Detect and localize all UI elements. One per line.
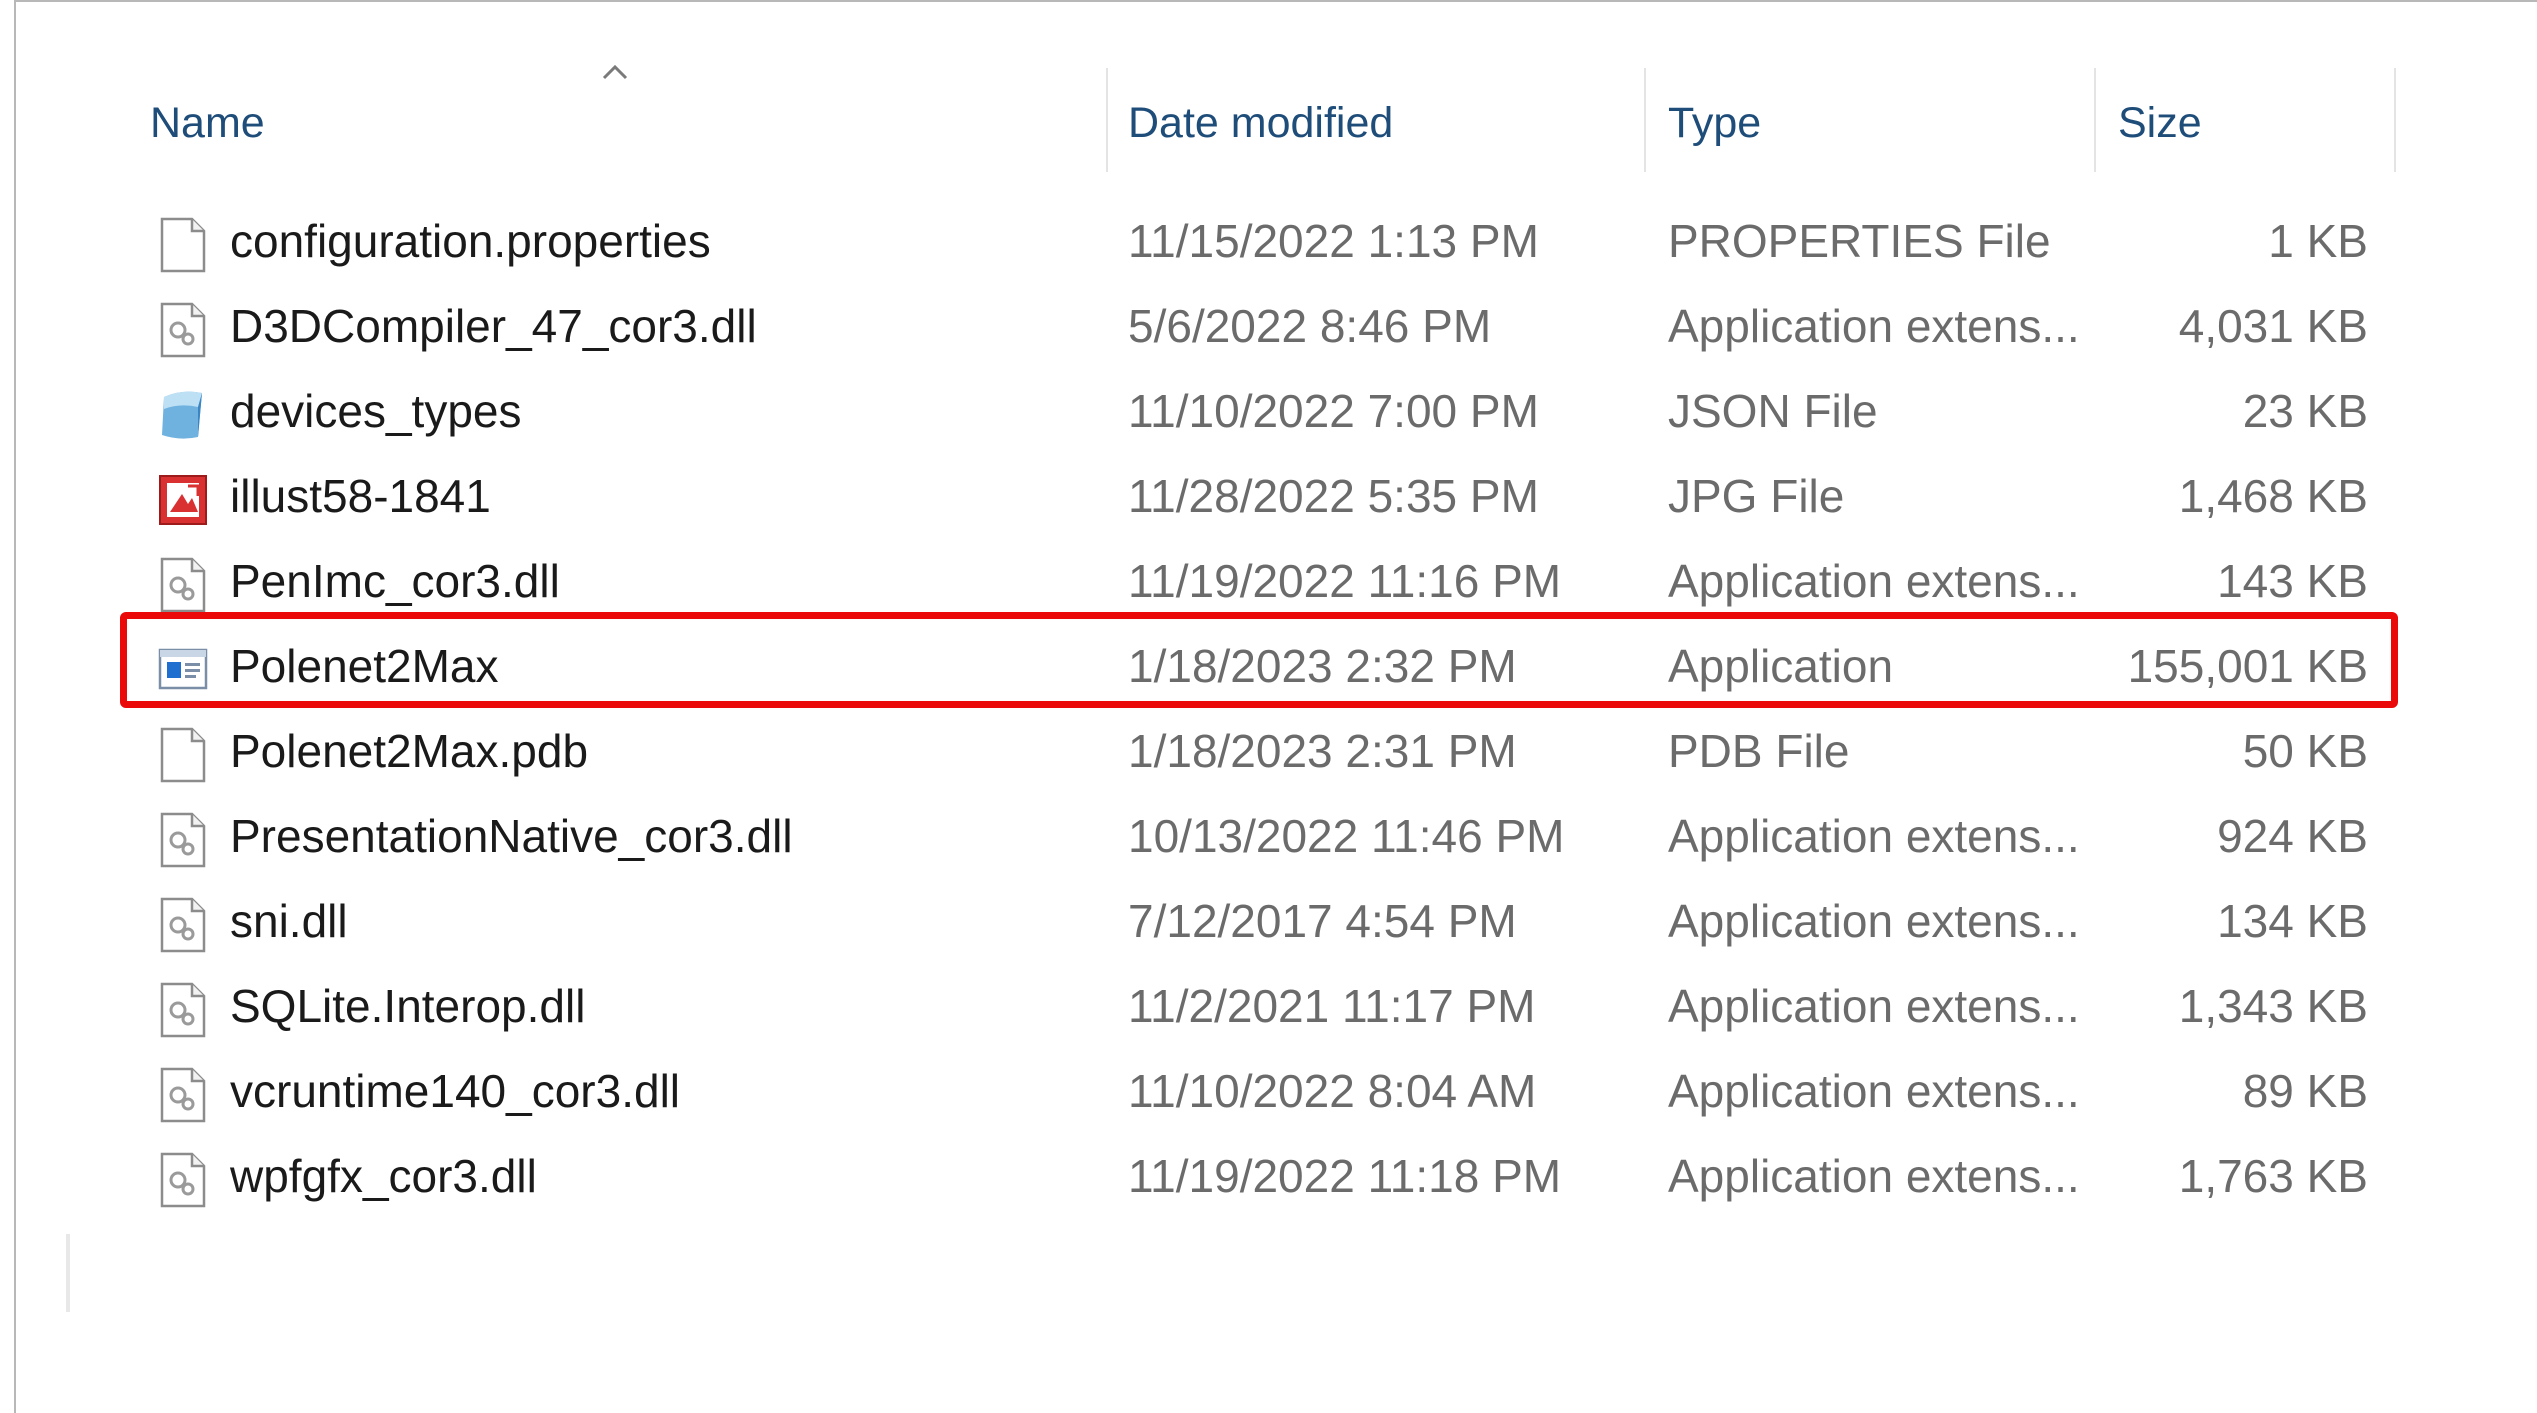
file-type: Application extens... <box>1668 980 2080 1032</box>
file-type: Application extens... <box>1668 810 2080 862</box>
file-size: 1 KB <box>2268 215 2368 267</box>
file-row[interactable]: illust58-1841 11/28/2022 5:35 PM JPG File 1… <box>140 454 2400 539</box>
blank-file-icon <box>158 727 208 783</box>
column-header-type[interactable]: Type <box>1668 68 1761 178</box>
file-type: PDB File <box>1668 725 1850 777</box>
file-row[interactable]: devices_types 11/10/2022 7:00 PM JSON File… <box>140 369 2400 454</box>
file-type: Application extens... <box>1668 1150 2080 1202</box>
file-name: devices_types <box>230 385 522 437</box>
file-name: illust58-1841 <box>230 470 491 522</box>
file-date-modified: 7/12/2017 4:54 PM <box>1128 895 1517 947</box>
blank-file-icon <box>158 217 208 273</box>
column-header-name[interactable]: Name <box>150 68 265 178</box>
file-row[interactable]: sni.dll 7/12/2017 4:54 PM Application exte… <box>140 879 2400 964</box>
file-size: 924 KB <box>2217 810 2368 862</box>
column-divider[interactable] <box>1106 68 1108 172</box>
file-size: 1,468 KB <box>2178 470 2368 522</box>
file-date-modified: 11/10/2022 7:00 PM <box>1128 385 1539 437</box>
file-type: JSON File <box>1668 385 1878 437</box>
dll-file-icon <box>158 557 208 613</box>
file-name: D3DCompiler_47_cor3.dll <box>230 300 757 352</box>
file-name: configuration.properties <box>230 215 711 267</box>
file-size: 50 KB <box>2242 725 2368 777</box>
file-name: vcruntime140_cor3.dll <box>230 1065 681 1117</box>
json-file-icon <box>158 387 208 443</box>
file-row[interactable]: wpfgfx_cor3.dll 11/19/2022 11:18 PM Applic… <box>140 1134 2400 1219</box>
file-row[interactable]: configuration.properties 11/15/2022 1:13 … <box>140 199 2400 284</box>
dll-file-icon <box>158 897 208 953</box>
file-date-modified: 11/15/2022 1:13 PM <box>1128 215 1539 267</box>
file-size: 1,343 KB <box>2178 980 2368 1032</box>
file-date-modified: 5/6/2022 8:46 PM <box>1128 300 1492 352</box>
jpg-file-icon <box>158 472 208 528</box>
file-name: Polenet2Max.pdb <box>230 725 589 777</box>
file-type: Application extens... <box>1668 300 2080 352</box>
file-name: sni.dll <box>230 895 348 947</box>
file-size: 4,031 KB <box>2178 300 2368 352</box>
file-date-modified: 11/2/2021 11:17 PM <box>1128 980 1536 1032</box>
column-header-size[interactable]: Size <box>2118 68 2202 178</box>
file-date-modified: 11/19/2022 11:18 PM <box>1128 1150 1562 1202</box>
file-type: PROPERTIES File <box>1668 215 2051 267</box>
file-name: SQLite.Interop.dll <box>230 980 586 1032</box>
column-header-date-modified[interactable]: Date modified <box>1128 68 1393 178</box>
file-row[interactable]: D3DCompiler_47_cor3.dll 5/6/2022 8:46 PM A… <box>140 284 2400 369</box>
file-date-modified: 1/18/2023 2:31 PM <box>1128 725 1517 777</box>
dll-file-icon <box>158 1067 208 1123</box>
file-size: 23 KB <box>2242 385 2368 437</box>
dll-file-icon <box>158 982 208 1038</box>
dll-file-icon <box>158 812 208 868</box>
column-divider[interactable] <box>2394 68 2396 172</box>
file-row[interactable]: vcruntime140_cor3.dll 11/10/2022 8:04 AM A… <box>140 1049 2400 1134</box>
file-size: 1,763 KB <box>2178 1150 2368 1202</box>
file-row[interactable]: PresentationNative_cor3.dll 10/13/2022 11… <box>140 794 2400 879</box>
file-date-modified: 10/13/2022 11:46 PM <box>1128 810 1565 862</box>
column-header-row: Name Date modified Type Size <box>0 68 2537 178</box>
dll-file-icon <box>158 1152 208 1208</box>
column-divider[interactable] <box>1644 68 1646 172</box>
file-type: JPG File <box>1668 470 1845 522</box>
file-date-modified: 11/28/2022 5:35 PM <box>1128 470 1539 522</box>
file-row[interactable]: SQLite.Interop.dll 11/2/2021 11:17 PM Appl… <box>140 964 2400 1049</box>
dll-file-icon <box>158 302 208 358</box>
file-size: 89 KB <box>2242 1065 2368 1117</box>
file-date-modified: 11/10/2022 8:04 AM <box>1128 1065 1537 1117</box>
column-divider[interactable] <box>2094 68 2096 172</box>
file-size: 134 KB <box>2217 895 2368 947</box>
file-type: Application extens... <box>1668 895 2080 947</box>
file-type: Application extens... <box>1668 1065 2080 1117</box>
file-name: PresentationNative_cor3.dll <box>230 810 793 862</box>
file-row[interactable]: Polenet2Max.pdb 1/18/2023 2:31 PM PDB File… <box>140 709 2400 794</box>
scrollbar-track[interactable] <box>66 1234 70 1312</box>
highlight-box <box>120 612 2398 708</box>
file-name: wpfgfx_cor3.dll <box>230 1150 537 1202</box>
